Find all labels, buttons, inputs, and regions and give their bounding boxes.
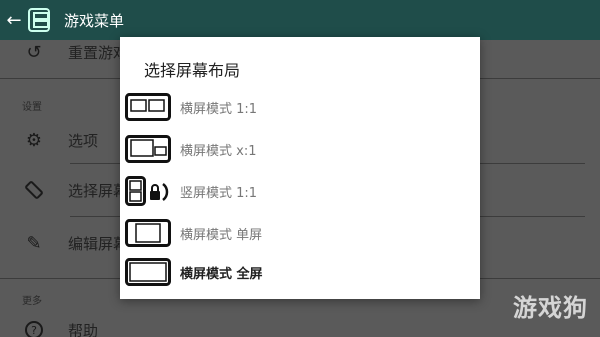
- layout-option-label: 横屏模式 x:1: [180, 143, 257, 159]
- select-layout-dialog: 选择屏幕布局 横屏模式 1:1 横屏模式 x:1 竖屏模式 1:1 横屏模式 单…: [120, 37, 480, 299]
- dialog-title: 选择屏幕布局: [144, 61, 241, 80]
- section-label-more: 更多: [22, 296, 42, 307]
- layout-option-landscape-single[interactable]: 横屏模式 单屏: [124, 213, 476, 253]
- layout-option-label: 横屏模式 单屏: [180, 227, 263, 243]
- layout-option-portrait-1-1[interactable]: 竖屏模式 1:1: [124, 171, 476, 211]
- layout-option-landscape-1-1[interactable]: 横屏模式 1:1: [124, 87, 476, 127]
- help-icon: ?: [22, 318, 46, 337]
- watermark-logo: 游戏狗: [513, 294, 588, 322]
- edit-pencil-icon: ✎: [26, 232, 42, 254]
- menu-item-options-label: 选项: [68, 131, 99, 150]
- single-screen-framed-icon: [124, 217, 172, 249]
- portrait-stacked-rotation-lock-icon: [124, 175, 172, 207]
- layout-option-label: 横屏模式 1:1: [180, 101, 258, 117]
- section-label-settings: 设置: [22, 102, 42, 113]
- gear-icon: ⚙: [25, 129, 43, 151]
- app-bar: ← 游戏菜单: [0, 0, 600, 40]
- back-arrow-icon[interactable]: ←: [2, 0, 26, 40]
- layout-option-landscape-x-1[interactable]: 横屏模式 x:1: [124, 129, 476, 169]
- app-bar-title: 游戏菜单: [64, 11, 125, 30]
- menu-item-help[interactable]: ? 帮助: [0, 315, 600, 337]
- landscape-large-small-screens-icon: [124, 133, 172, 165]
- svg-text:?: ?: [31, 324, 37, 337]
- landscape-equal-screens-icon: [124, 91, 172, 123]
- layout-option-label: 横屏模式 全屏: [180, 266, 263, 282]
- app-logo-icon: [28, 8, 50, 32]
- reset-icon: ↺: [26, 41, 42, 63]
- menu-item-help-label: 帮助: [68, 321, 99, 337]
- single-screen-full-icon: [124, 256, 172, 288]
- menu-item-reset-label: 重置游戏: [68, 43, 129, 62]
- screen-rotation-icon: [22, 178, 46, 202]
- layout-option-landscape-full[interactable]: 横屏模式 全屏: [124, 252, 476, 292]
- layout-option-label: 竖屏模式 1:1: [180, 185, 258, 201]
